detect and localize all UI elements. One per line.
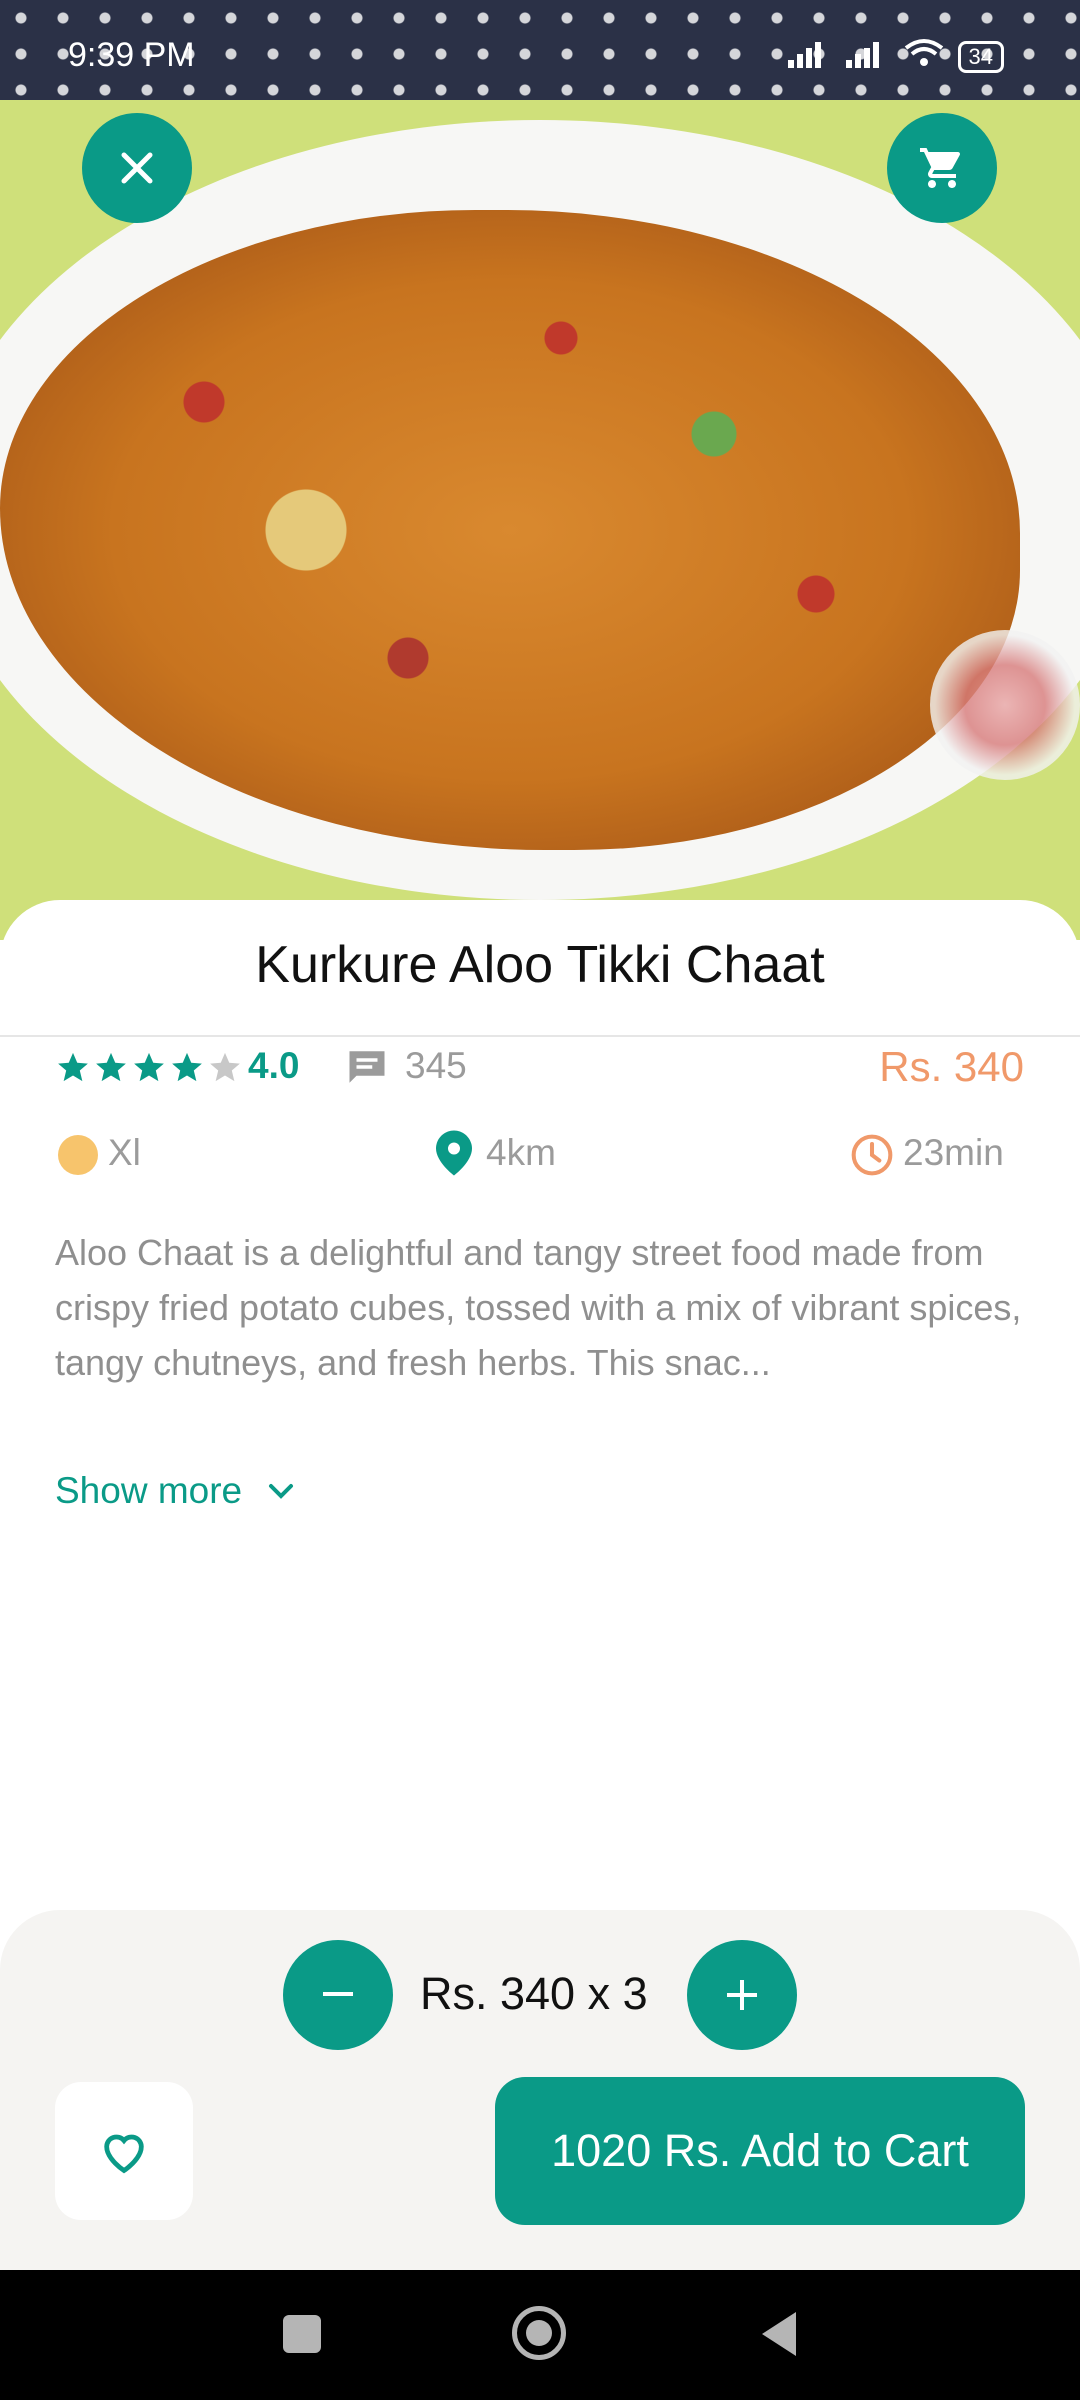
quantity-label: Rs. 340 x 3 [420, 1968, 648, 2019]
chevron-down-icon [269, 1484, 294, 1499]
signal-icon [787, 38, 832, 76]
status-icons: 34 [787, 38, 1004, 76]
location-pin-icon [436, 1130, 472, 1181]
prep-time: 23min [903, 1132, 1004, 1173]
decrease-quantity-button[interactable] [283, 1940, 393, 2050]
star-icon [58, 1052, 88, 1082]
product-title: Kurkure Aloo Tikki Chaat [255, 936, 825, 994]
close-button[interactable] [82, 113, 192, 223]
clock-icon [850, 1133, 894, 1182]
comment-icon [346, 1046, 388, 1093]
increase-quantity-button[interactable] [687, 1940, 797, 2050]
product-description: Aloo Chaat is a delightful and tangy str… [55, 1232, 1022, 1383]
divider [0, 1035, 1080, 1037]
star-icon [96, 1052, 126, 1082]
wifi-icon [904, 38, 944, 76]
distance: 4km [486, 1132, 556, 1173]
rating-stars [56, 1050, 242, 1084]
size-label: Xl [108, 1132, 141, 1173]
size-dot-icon [58, 1135, 98, 1175]
rating-value: 4.0 [248, 1045, 300, 1086]
status-time: 9:39 PM [68, 36, 195, 74]
battery-indicator: 34 [957, 41, 1004, 73]
recents-icon[interactable] [283, 2315, 321, 2353]
home-icon[interactable] [512, 2306, 566, 2360]
product-price: Rs. 340 [879, 1043, 1024, 1090]
cart-icon [920, 148, 961, 188]
favorite-button[interactable] [55, 2082, 193, 2220]
show-more-link[interactable]: Show more [55, 1470, 296, 1512]
heart-icon [104, 2134, 144, 2174]
back-icon[interactable] [758, 2310, 798, 2363]
signal-icon-2 [845, 38, 890, 76]
close-icon [121, 152, 153, 184]
plus-icon [727, 1980, 757, 2010]
star-icon [134, 1052, 164, 1082]
star-empty-icon [210, 1052, 240, 1082]
reviews-count[interactable]: 345 [405, 1045, 467, 1087]
add-to-cart-button[interactable]: 1020 Rs. Add to Cart [495, 2077, 1025, 2225]
show-more-label: Show more [55, 1470, 243, 1511]
minus-icon [323, 1992, 353, 1996]
cart-button[interactable] [887, 113, 997, 223]
star-icon [172, 1052, 202, 1082]
system-nav-bar [0, 2270, 1080, 2400]
